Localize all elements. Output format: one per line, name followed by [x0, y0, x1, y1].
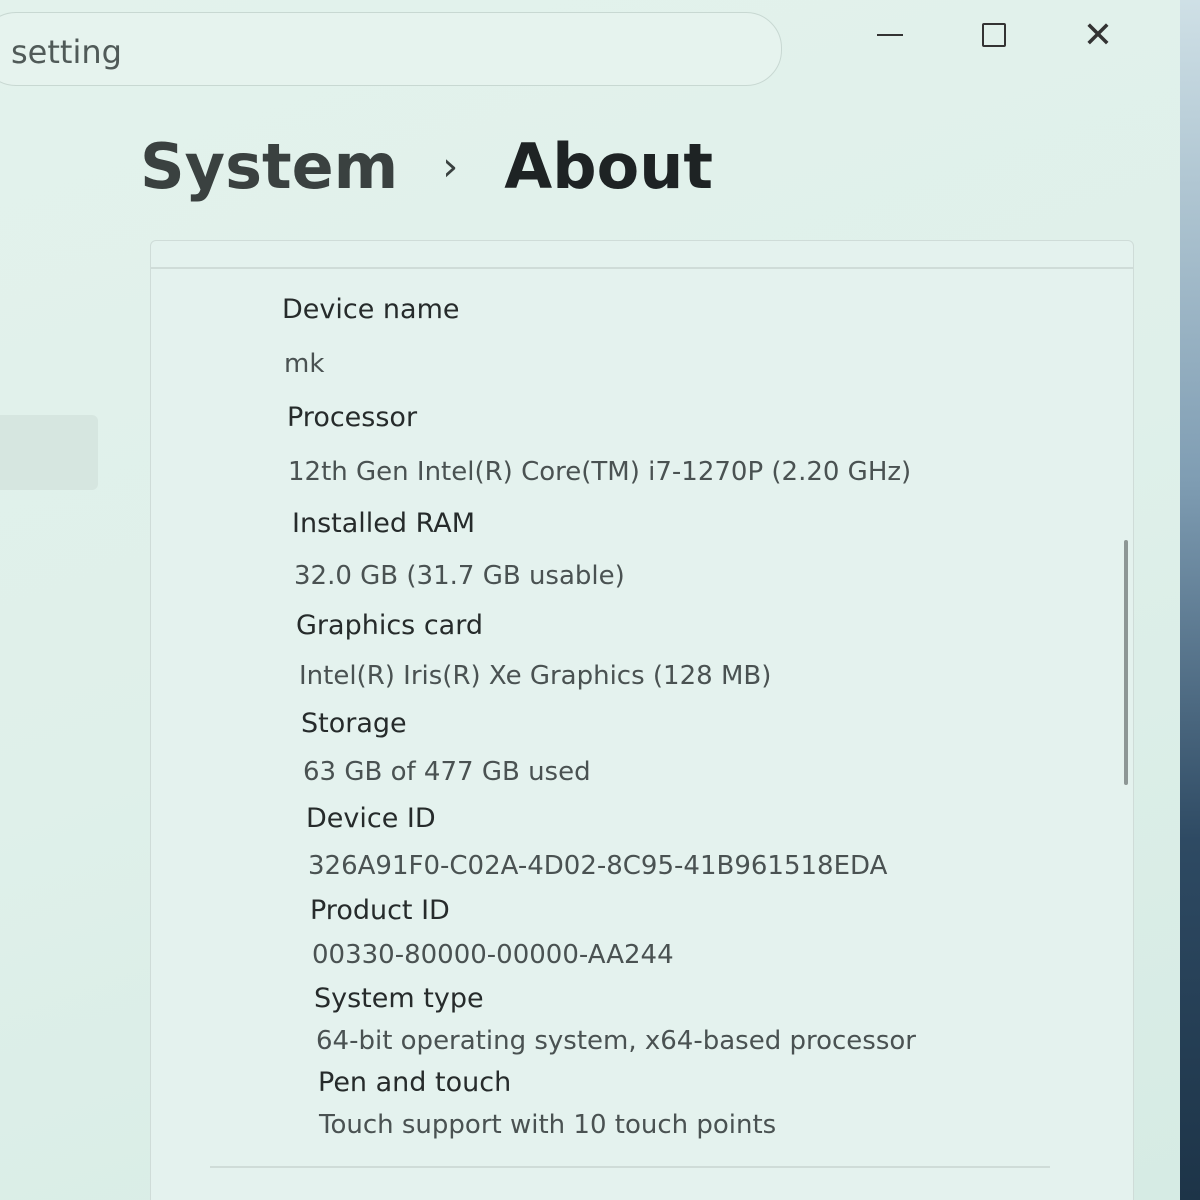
spec-value: 63 GB of 477 GB used [303, 757, 591, 787]
spec-row-device-id: Device ID 326A91F0-C02A-4D02-8C95-41B961… [306, 801, 1082, 884]
section-divider [210, 1166, 1050, 1168]
spec-value: 00330-80000-00000-AA244 [312, 940, 674, 970]
spec-value: Intel(R) Iris(R) Xe Graphics (128 MB) [299, 661, 772, 691]
spec-row-product-id: Product ID 00330-80000-00000-AA244 [310, 893, 1082, 973]
search-box[interactable]: setting [0, 12, 782, 86]
close-button[interactable]: ✕ [1046, 10, 1150, 60]
spec-row-installed-ram: Installed RAM 32.0 GB (31.7 GB usable) [292, 506, 1082, 594]
sidebar-selected-item[interactable] [0, 415, 98, 490]
spec-row-device-name: Device name mk [282, 292, 1082, 382]
chevron-right-icon: › [442, 143, 459, 190]
spec-label: Device name [282, 294, 460, 325]
spec-row-pen-and-touch: Pen and touch Touch support with 10 touc… [318, 1065, 1082, 1143]
search-text[interactable]: setting [11, 33, 122, 71]
spec-label: Device ID [306, 803, 436, 834]
spec-label: System type [314, 983, 484, 1014]
spec-row-processor: Processor 12th Gen Intel(R) Core(TM) i7-… [287, 400, 1082, 490]
spec-row-graphics-card: Graphics card Intel(R) Iris(R) Xe Graphi… [296, 608, 1082, 694]
window-controls: ✕ [838, 10, 1150, 60]
desktop-wallpaper-edge [1180, 0, 1200, 1200]
spec-label: Graphics card [296, 610, 483, 641]
spec-label: Pen and touch [318, 1067, 512, 1098]
spec-label: Processor [287, 402, 418, 433]
card-divider [151, 267, 1133, 269]
device-specifications-list: Device name mk Processor 12th Gen Intel(… [282, 292, 1082, 1143]
breadcrumb-parent[interactable]: System [140, 130, 398, 203]
spec-value: 32.0 GB (31.7 GB usable) [294, 561, 625, 591]
spec-value: 64-bit operating system, x64-based proce… [316, 1026, 916, 1056]
spec-label: Product ID [310, 895, 450, 926]
spec-label: Installed RAM [292, 508, 476, 539]
minimize-icon [877, 34, 903, 36]
maximize-icon [982, 23, 1006, 47]
breadcrumb: System › About [140, 130, 713, 203]
spec-row-system-type: System type 64-bit operating system, x64… [314, 981, 1082, 1059]
spec-value: 326A91F0-C02A-4D02-8C95-41B961518EDA [308, 851, 888, 881]
spec-row-storage: Storage 63 GB of 477 GB used [301, 706, 1082, 790]
scrollbar-thumb[interactable] [1124, 540, 1128, 785]
close-icon: ✕ [1082, 14, 1114, 56]
minimize-button[interactable] [838, 10, 942, 60]
spec-label: Storage [301, 708, 407, 739]
spec-value: mk [284, 349, 325, 379]
settings-window: setting ✕ System › About Device name mk … [0, 0, 1180, 1200]
maximize-button[interactable] [942, 10, 1046, 60]
spec-value: 12th Gen Intel(R) Core(TM) i7-1270P (2.2… [288, 457, 912, 487]
spec-value: Touch support with 10 touch points [319, 1110, 777, 1140]
page-title: About [504, 130, 714, 203]
